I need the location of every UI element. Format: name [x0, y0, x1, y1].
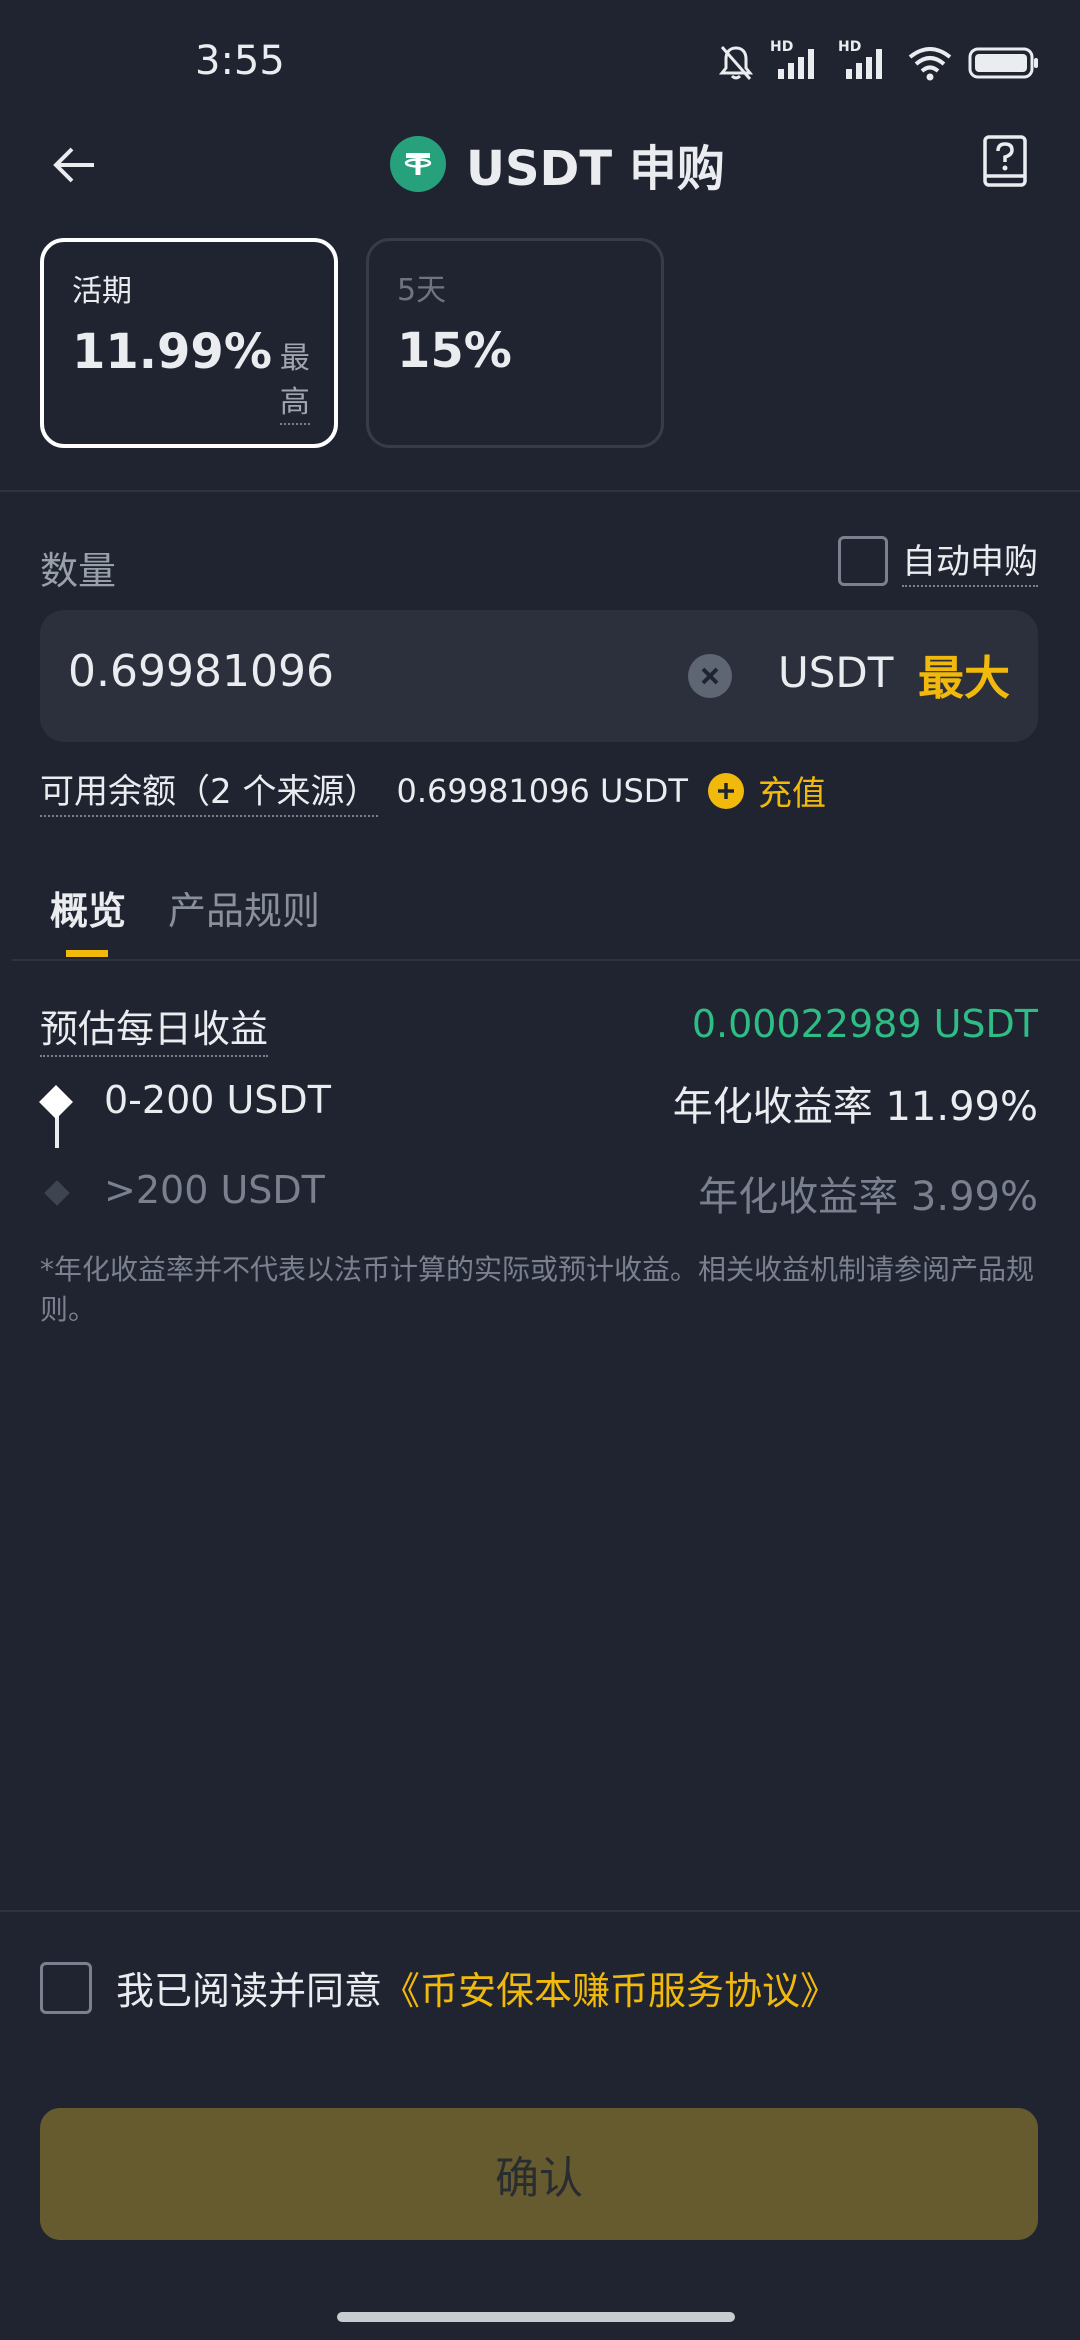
- topup-link[interactable]: 充值: [758, 766, 826, 815]
- agreement-text: 我已阅读并同意: [116, 1969, 383, 2013]
- tier-range: >200 USDT: [104, 1168, 325, 1212]
- tier-rate-label: 年化收益率: [698, 1174, 899, 1220]
- tab-product-rules[interactable]: 产品规则: [168, 880, 320, 960]
- header-title-group: USDT 申购: [390, 124, 725, 204]
- tier-marker-inactive: [44, 1180, 70, 1206]
- tier-rate-value: 3.99%: [910, 1174, 1038, 1220]
- amount-currency: USDT: [778, 648, 894, 697]
- signal-hd-icon: HD: [838, 39, 892, 83]
- agreement-link[interactable]: 《币安保本赚币服务协议》: [382, 1969, 838, 2013]
- tier-range: 0-200 USDT: [104, 1078, 331, 1122]
- plus-circle-icon[interactable]: [707, 772, 744, 809]
- card-rate: 11.99%: [72, 324, 272, 380]
- card-term: 5天: [397, 273, 447, 308]
- battery-icon: [968, 43, 1040, 83]
- tier-rate: 年化收益率 3.99%: [698, 1164, 1038, 1222]
- auto-subscribe-label[interactable]: 自动申购: [902, 534, 1038, 587]
- card-rate: 15%: [397, 323, 512, 379]
- agreement-row: 我已阅读并同意《币安保本赚币服务协议》: [40, 1960, 838, 2015]
- card-max-tag[interactable]: 最高: [279, 333, 310, 425]
- product-card-5day[interactable]: 5天 15%: [366, 238, 664, 448]
- auto-subscribe-toggle[interactable]: 自动申购: [838, 534, 1038, 587]
- confirm-label: 确认: [495, 2153, 583, 2204]
- clear-amount-button[interactable]: [688, 654, 732, 698]
- card-rate-row: 15%: [397, 323, 633, 379]
- product-card-flexible[interactable]: 活期 11.99% 最高: [40, 238, 338, 448]
- tier-rate: 年化收益率 11.99%: [673, 1074, 1038, 1132]
- tab-overview[interactable]: 概览: [50, 880, 126, 960]
- product-cards: 活期 11.99% 最高 5天 15%: [40, 238, 664, 448]
- amount-label: 数量: [40, 549, 117, 593]
- divider: [0, 490, 1080, 492]
- status-bar: 3:55 HD HD: [0, 0, 1080, 120]
- agreement-text-group: 我已阅读并同意《币安保本赚币服务协议》: [116, 1960, 838, 2015]
- estimated-daily-earnings-label[interactable]: 预估每日收益: [40, 998, 269, 1057]
- status-icons: HD HD: [716, 38, 1040, 88]
- tab-label: 产品规则: [168, 889, 321, 933]
- available-balance-value: 0.69981096 USDT: [396, 771, 688, 810]
- agreement-checkbox[interactable]: [40, 1961, 92, 2014]
- home-indicator[interactable]: [337, 2312, 735, 2322]
- tier-marker-active: [39, 1085, 73, 1119]
- bell-off-icon: [716, 43, 756, 83]
- tab-active-indicator: [66, 950, 108, 957]
- status-time: 3:55: [195, 38, 285, 84]
- page-title: USDT 申购: [466, 141, 725, 197]
- confirm-button[interactable]: 确认: [40, 2108, 1038, 2240]
- close-icon: [701, 667, 719, 685]
- available-balance-label[interactable]: 可用余额（2 个来源）: [40, 764, 379, 817]
- header: USDT 申购: [0, 110, 1080, 230]
- wifi-icon: [906, 43, 954, 83]
- balance-row: 可用余额（2 个来源） 0.69981096 USDT 充值: [40, 764, 826, 817]
- tether-icon: [390, 136, 446, 192]
- max-button[interactable]: 最大: [918, 642, 1010, 708]
- card-term: 活期: [72, 274, 132, 309]
- tab-label: 概览: [50, 889, 127, 933]
- help-button[interactable]: [970, 126, 1040, 196]
- help-book-icon: [983, 135, 1027, 187]
- estimated-daily-earnings-value: 0.00022989 USDT: [691, 1002, 1038, 1046]
- tabs: 概览 产品规则: [50, 880, 320, 960]
- back-button[interactable]: [40, 130, 110, 200]
- divider: [12, 959, 1080, 961]
- card-rate-row: 11.99% 最高: [72, 324, 310, 425]
- signal-hd-icon: HD: [770, 39, 824, 83]
- tier-rate-label: 年化收益率: [672, 1084, 873, 1130]
- amount-input-box[interactable]: 0.69981096 USDT 最大: [40, 610, 1038, 742]
- apr-disclaimer: *年化收益率并不代表以法币计算的实际或预计收益。相关收益机制请参阅产品规则。: [40, 1253, 1035, 1326]
- subscribe-page: 3:55 HD HD USDT 申购 活期 11.99% 最高 5天 15% 数…: [0, 0, 1080, 2340]
- divider: [0, 1910, 1080, 1912]
- auto-subscribe-checkbox[interactable]: [838, 535, 888, 586]
- tier-rate-value: 11.99%: [885, 1084, 1038, 1130]
- arrow-left-icon: [53, 147, 94, 183]
- amount-input[interactable]: 0.69981096: [68, 646, 334, 697]
